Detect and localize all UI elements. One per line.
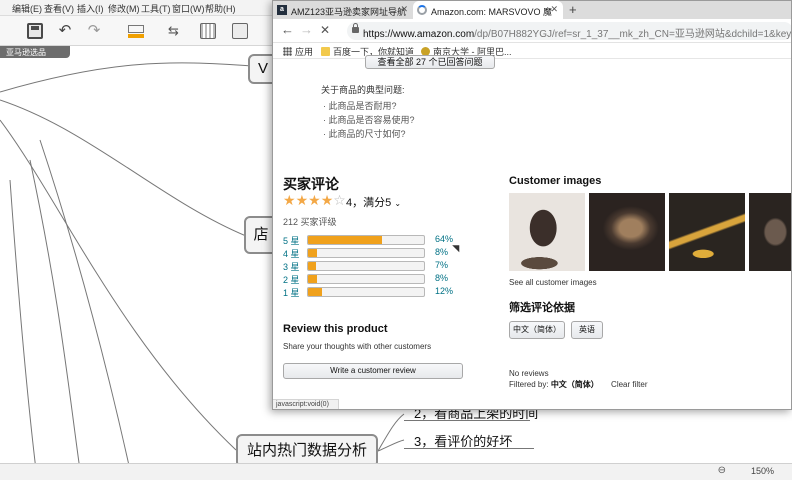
histogram-percent: 12% — [435, 286, 454, 296]
histogram-bar-fill — [308, 262, 317, 270]
browser-tab-title: Amazon.com: MARSVOVO 魔 — [431, 7, 553, 17]
histogram-percent: 7% — [435, 260, 449, 270]
histogram-star-label: 4 星 — [283, 249, 300, 259]
clear-filter-link[interactable]: Clear filter — [611, 380, 647, 389]
app-statusbar: ⊖ 150% — [0, 463, 792, 480]
browser-tab-amazon-product[interactable]: Amazon.com: MARSVOVO 魔 ✕ — [413, 1, 563, 19]
rating-summary-label: 4，满分5 — [346, 197, 392, 209]
chevron-down-icon: ⌄ — [394, 199, 402, 208]
star-full-icon: ★ — [283, 192, 296, 208]
filter-reviews-title: 筛选评论依据 — [509, 302, 575, 314]
new-tab-icon[interactable]: + — [569, 2, 577, 17]
customer-image-thumbnail[interactable] — [669, 193, 745, 271]
customer-images-title: Customer images — [509, 175, 602, 187]
mindmap-node-v-label: V — [257, 60, 268, 77]
filter-chip-chinese[interactable]: 中文（简体） — [509, 321, 565, 339]
bookmarks-bar: 应用 百度一下，你就知道 南京大学 - 阿里巴... — [273, 43, 791, 59]
see-all-customer-images-link[interactable]: See all customer images — [509, 278, 597, 287]
back-icon[interactable]: ← — [281, 23, 294, 37]
mindmap-node-hot-data-label: 站内热门数据分析 — [246, 442, 367, 459]
histogram-star-label: 3 星 — [283, 262, 300, 272]
mouse-cursor-icon — [452, 241, 463, 253]
browser-tabstrip: a AMZ123亚马逊卖家网址导航 ✕ Amazon.com: MARSVOVO… — [273, 1, 791, 19]
histogram-bar-fill — [308, 275, 318, 283]
filtered-by-value: 中文（简体） — [550, 380, 599, 389]
filtered-by-label: Filtered by: — [509, 380, 549, 389]
url-host: https://www.amazon.com — [363, 29, 475, 40]
loading-spinner-icon — [417, 5, 427, 15]
histogram-bar — [307, 287, 425, 297]
histogram-star-label: 1 星 — [283, 288, 300, 298]
faq-item[interactable]: · 此商品的尺寸如何? — [323, 127, 406, 140]
zoom-out-icon[interactable]: ⊖ — [718, 465, 726, 476]
histogram-bar — [307, 261, 425, 271]
address-bar[interactable]: https://www.amazon.com/dp/B07H882YGJ/ref… — [347, 22, 792, 40]
mindmap-node-shop-label: 店 — [253, 226, 269, 243]
subtopic-underline — [404, 420, 530, 421]
histogram-bar-fill — [308, 236, 383, 244]
rating-stars[interactable]: ★★★★☆ — [283, 192, 346, 209]
rating-summary[interactable]: 4，满分5 ⌄ — [346, 194, 401, 210]
histogram-star-label: 2 星 — [283, 275, 300, 285]
lock-icon — [352, 23, 359, 33]
histogram-percent: 8% — [435, 247, 449, 257]
faq-title: 关于商品的典型问题: — [321, 85, 405, 95]
zoom-level: 150% — [750, 466, 774, 476]
histogram-bar — [307, 274, 425, 284]
page-content: 查看全部 27 个已回答问题 关于商品的典型问题: · 此商品是否耐用? · 此… — [273, 55, 791, 399]
bookmark-apps[interactable]: 应用 — [283, 45, 313, 58]
star-empty-icon: ☆ — [333, 192, 346, 208]
review-product-subtitle: Share your thoughts with other customers — [283, 342, 432, 351]
histogram-bar — [307, 248, 425, 258]
customer-image-thumbnail[interactable] — [589, 193, 665, 271]
faq-item-label: 此商品是否容易使用? — [328, 115, 415, 125]
faq-item[interactable]: · 此商品是否容易使用? — [323, 113, 415, 126]
filter-chip-english[interactable]: 英语 — [571, 321, 603, 339]
customer-image-thumbnail[interactable] — [749, 193, 791, 271]
amazon-tab-icon: a — [277, 5, 287, 15]
reviews-title: 买家评论 — [283, 176, 339, 192]
review-product-title: Review this product — [283, 323, 388, 335]
histogram-bar-fill — [308, 249, 318, 257]
customer-image-thumbnail[interactable] — [509, 193, 585, 271]
faq-item-label: 此商品的尺寸如何? — [328, 129, 406, 139]
url-path: /dp/B07H882YGJ/ref=sr_1_37__mk_zh_CN=亚马逊… — [474, 29, 792, 40]
browser-navbar: ← → ✕ https://www.amazon.com/dp/B07H882Y… — [273, 19, 792, 43]
forward-icon[interactable]: → — [300, 23, 313, 37]
bookmark-label: 应用 — [295, 47, 314, 57]
star-full-icon: ★ — [295, 192, 309, 208]
histogram-bar-fill — [308, 288, 322, 296]
star-full-icon: ★ — [320, 192, 334, 208]
histogram-bar — [307, 235, 425, 245]
no-reviews-text: No reviews — [509, 369, 549, 378]
histogram-percent: 8% — [435, 273, 449, 283]
write-review-button[interactable]: Write a customer review — [283, 363, 463, 379]
faq-item-label: 此商品是否耐用? — [328, 101, 397, 111]
subtopic-underline — [404, 448, 534, 449]
apps-icon — [283, 47, 292, 56]
close-icon[interactable]: ✕ — [550, 4, 558, 15]
browser-tab-title: AMZ123亚马逊卖家网址导航 — [291, 7, 407, 17]
rating-count: 212 买家评级 — [283, 217, 337, 227]
browser-tab-amz123[interactable]: a AMZ123亚马逊卖家网址导航 ✕ — [273, 1, 413, 19]
star-full-icon: ★ — [308, 192, 321, 208]
histogram-percent: 64% — [435, 234, 454, 244]
histogram-star-label: 5 星 — [283, 236, 300, 246]
stop-loading-icon[interactable]: ✕ — [320, 23, 330, 37]
folder-icon — [321, 47, 330, 56]
filtered-by-line: Filtered by: 中文（简体） Clear filter — [509, 379, 648, 390]
close-icon[interactable]: ✕ — [400, 4, 408, 15]
browser-window: a AMZ123亚马逊卖家网址导航 ✕ Amazon.com: MARSVOVO… — [272, 0, 792, 410]
faq-item[interactable]: · 此商品是否耐用? — [323, 99, 397, 112]
status-link-preview: javascript:void(0) — [273, 399, 339, 409]
see-all-questions-button[interactable]: 查看全部 27 个已回答问题 — [365, 55, 495, 69]
